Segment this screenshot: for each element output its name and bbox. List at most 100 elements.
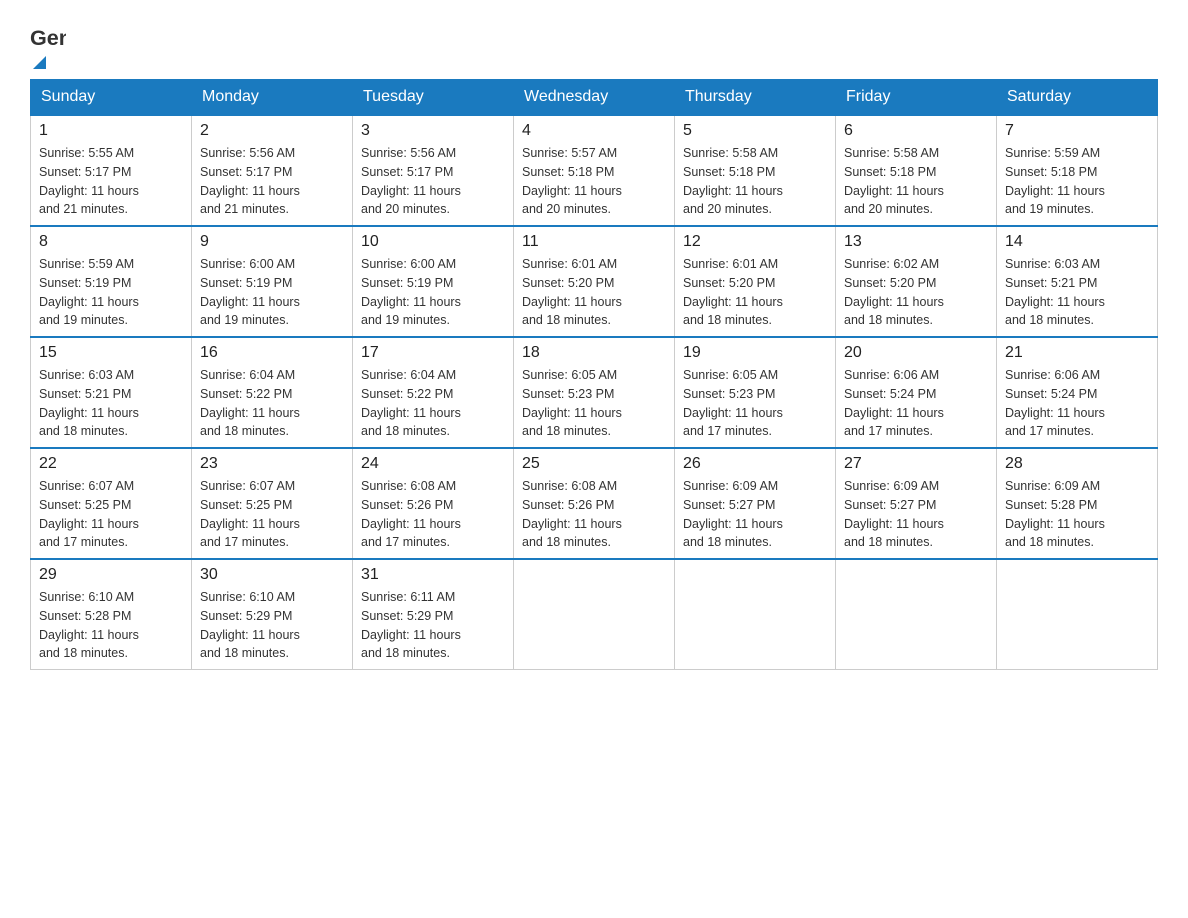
calendar-cell: 24 Sunrise: 6:08 AMSunset: 5:26 PMDaylig… bbox=[353, 448, 514, 559]
weekday-header-thursday: Thursday bbox=[675, 80, 836, 116]
calendar-cell: 21 Sunrise: 6:06 AMSunset: 5:24 PMDaylig… bbox=[997, 337, 1158, 448]
calendar-cell: 12 Sunrise: 6:01 AMSunset: 5:20 PMDaylig… bbox=[675, 226, 836, 337]
day-info: Sunrise: 6:08 AMSunset: 5:26 PMDaylight:… bbox=[361, 477, 505, 552]
day-number: 30 bbox=[200, 566, 344, 584]
day-info: Sunrise: 6:10 AMSunset: 5:29 PMDaylight:… bbox=[200, 588, 344, 663]
day-number: 17 bbox=[361, 344, 505, 362]
calendar-cell: 10 Sunrise: 6:00 AMSunset: 5:19 PMDaylig… bbox=[353, 226, 514, 337]
day-info: Sunrise: 6:04 AMSunset: 5:22 PMDaylight:… bbox=[361, 366, 505, 441]
day-number: 4 bbox=[522, 122, 666, 140]
day-info: Sunrise: 5:59 AMSunset: 5:19 PMDaylight:… bbox=[39, 255, 183, 330]
day-info: Sunrise: 6:05 AMSunset: 5:23 PMDaylight:… bbox=[683, 366, 827, 441]
calendar-cell bbox=[675, 559, 836, 670]
day-number: 31 bbox=[361, 566, 505, 584]
calendar-table: SundayMondayTuesdayWednesdayThursdayFrid… bbox=[30, 79, 1158, 670]
day-info: Sunrise: 6:00 AMSunset: 5:19 PMDaylight:… bbox=[361, 255, 505, 330]
day-info: Sunrise: 6:09 AMSunset: 5:27 PMDaylight:… bbox=[683, 477, 827, 552]
day-number: 25 bbox=[522, 455, 666, 473]
calendar-cell: 9 Sunrise: 6:00 AMSunset: 5:19 PMDayligh… bbox=[192, 226, 353, 337]
day-number: 12 bbox=[683, 233, 827, 251]
weekday-header-monday: Monday bbox=[192, 80, 353, 116]
day-number: 11 bbox=[522, 233, 666, 251]
day-number: 13 bbox=[844, 233, 988, 251]
svg-text:General: General bbox=[30, 25, 66, 50]
day-number: 15 bbox=[39, 344, 183, 362]
calendar-cell: 23 Sunrise: 6:07 AMSunset: 5:25 PMDaylig… bbox=[192, 448, 353, 559]
day-number: 24 bbox=[361, 455, 505, 473]
day-info: Sunrise: 6:01 AMSunset: 5:20 PMDaylight:… bbox=[683, 255, 827, 330]
calendar-cell: 4 Sunrise: 5:57 AMSunset: 5:18 PMDayligh… bbox=[514, 115, 675, 226]
calendar-week-5: 29 Sunrise: 6:10 AMSunset: 5:28 PMDaylig… bbox=[31, 559, 1158, 670]
calendar-week-3: 15 Sunrise: 6:03 AMSunset: 5:21 PMDaylig… bbox=[31, 337, 1158, 448]
day-info: Sunrise: 6:03 AMSunset: 5:21 PMDaylight:… bbox=[39, 366, 183, 441]
weekday-header-sunday: Sunday bbox=[31, 80, 192, 116]
calendar-cell: 13 Sunrise: 6:02 AMSunset: 5:20 PMDaylig… bbox=[836, 226, 997, 337]
day-number: 8 bbox=[39, 233, 183, 251]
calendar-cell: 3 Sunrise: 5:56 AMSunset: 5:17 PMDayligh… bbox=[353, 115, 514, 226]
day-info: Sunrise: 6:10 AMSunset: 5:28 PMDaylight:… bbox=[39, 588, 183, 663]
day-info: Sunrise: 6:09 AMSunset: 5:27 PMDaylight:… bbox=[844, 477, 988, 552]
calendar-cell: 27 Sunrise: 6:09 AMSunset: 5:27 PMDaylig… bbox=[836, 448, 997, 559]
day-info: Sunrise: 6:02 AMSunset: 5:20 PMDaylight:… bbox=[844, 255, 988, 330]
calendar-cell: 11 Sunrise: 6:01 AMSunset: 5:20 PMDaylig… bbox=[514, 226, 675, 337]
weekday-header-row: SundayMondayTuesdayWednesdayThursdayFrid… bbox=[31, 80, 1158, 116]
day-number: 20 bbox=[844, 344, 988, 362]
calendar-cell: 30 Sunrise: 6:10 AMSunset: 5:29 PMDaylig… bbox=[192, 559, 353, 670]
calendar-cell: 26 Sunrise: 6:09 AMSunset: 5:27 PMDaylig… bbox=[675, 448, 836, 559]
day-info: Sunrise: 6:03 AMSunset: 5:21 PMDaylight:… bbox=[1005, 255, 1149, 330]
calendar-cell bbox=[836, 559, 997, 670]
calendar-cell: 22 Sunrise: 6:07 AMSunset: 5:25 PMDaylig… bbox=[31, 448, 192, 559]
day-number: 18 bbox=[522, 344, 666, 362]
day-number: 7 bbox=[1005, 122, 1149, 140]
calendar-cell: 8 Sunrise: 5:59 AMSunset: 5:19 PMDayligh… bbox=[31, 226, 192, 337]
day-number: 1 bbox=[39, 122, 183, 140]
calendar-cell: 29 Sunrise: 6:10 AMSunset: 5:28 PMDaylig… bbox=[31, 559, 192, 670]
calendar-cell: 14 Sunrise: 6:03 AMSunset: 5:21 PMDaylig… bbox=[997, 226, 1158, 337]
logo: General bbox=[30, 20, 70, 69]
day-number: 16 bbox=[200, 344, 344, 362]
calendar-cell: 2 Sunrise: 5:56 AMSunset: 5:17 PMDayligh… bbox=[192, 115, 353, 226]
day-info: Sunrise: 6:11 AMSunset: 5:29 PMDaylight:… bbox=[361, 588, 505, 663]
calendar-cell: 15 Sunrise: 6:03 AMSunset: 5:21 PMDaylig… bbox=[31, 337, 192, 448]
day-number: 26 bbox=[683, 455, 827, 473]
calendar-cell bbox=[997, 559, 1158, 670]
calendar-cell: 18 Sunrise: 6:05 AMSunset: 5:23 PMDaylig… bbox=[514, 337, 675, 448]
day-info: Sunrise: 6:09 AMSunset: 5:28 PMDaylight:… bbox=[1005, 477, 1149, 552]
weekday-header-wednesday: Wednesday bbox=[514, 80, 675, 116]
calendar-cell: 5 Sunrise: 5:58 AMSunset: 5:18 PMDayligh… bbox=[675, 115, 836, 226]
page-header: General bbox=[30, 20, 1158, 69]
day-number: 28 bbox=[1005, 455, 1149, 473]
calendar-cell: 19 Sunrise: 6:05 AMSunset: 5:23 PMDaylig… bbox=[675, 337, 836, 448]
day-number: 23 bbox=[200, 455, 344, 473]
day-number: 29 bbox=[39, 566, 183, 584]
day-info: Sunrise: 6:07 AMSunset: 5:25 PMDaylight:… bbox=[200, 477, 344, 552]
day-info: Sunrise: 6:07 AMSunset: 5:25 PMDaylight:… bbox=[39, 477, 183, 552]
day-info: Sunrise: 6:04 AMSunset: 5:22 PMDaylight:… bbox=[200, 366, 344, 441]
day-number: 5 bbox=[683, 122, 827, 140]
logo-triangle bbox=[33, 56, 46, 69]
calendar-week-2: 8 Sunrise: 5:59 AMSunset: 5:19 PMDayligh… bbox=[31, 226, 1158, 337]
day-info: Sunrise: 6:06 AMSunset: 5:24 PMDaylight:… bbox=[1005, 366, 1149, 441]
day-info: Sunrise: 5:59 AMSunset: 5:18 PMDaylight:… bbox=[1005, 144, 1149, 219]
day-number: 21 bbox=[1005, 344, 1149, 362]
weekday-header-friday: Friday bbox=[836, 80, 997, 116]
day-info: Sunrise: 6:08 AMSunset: 5:26 PMDaylight:… bbox=[522, 477, 666, 552]
calendar-cell: 17 Sunrise: 6:04 AMSunset: 5:22 PMDaylig… bbox=[353, 337, 514, 448]
day-info: Sunrise: 5:57 AMSunset: 5:18 PMDaylight:… bbox=[522, 144, 666, 219]
day-number: 19 bbox=[683, 344, 827, 362]
calendar-cell: 28 Sunrise: 6:09 AMSunset: 5:28 PMDaylig… bbox=[997, 448, 1158, 559]
day-info: Sunrise: 5:58 AMSunset: 5:18 PMDaylight:… bbox=[683, 144, 827, 219]
calendar-week-4: 22 Sunrise: 6:07 AMSunset: 5:25 PMDaylig… bbox=[31, 448, 1158, 559]
day-info: Sunrise: 5:56 AMSunset: 5:17 PMDaylight:… bbox=[200, 144, 344, 219]
calendar-cell: 6 Sunrise: 5:58 AMSunset: 5:18 PMDayligh… bbox=[836, 115, 997, 226]
day-info: Sunrise: 6:01 AMSunset: 5:20 PMDaylight:… bbox=[522, 255, 666, 330]
calendar-cell: 1 Sunrise: 5:55 AMSunset: 5:17 PMDayligh… bbox=[31, 115, 192, 226]
day-number: 14 bbox=[1005, 233, 1149, 251]
calendar-cell: 16 Sunrise: 6:04 AMSunset: 5:22 PMDaylig… bbox=[192, 337, 353, 448]
weekday-header-saturday: Saturday bbox=[997, 80, 1158, 116]
weekday-header-tuesday: Tuesday bbox=[353, 80, 514, 116]
logo-icon: General bbox=[30, 20, 66, 56]
calendar-cell: 7 Sunrise: 5:59 AMSunset: 5:18 PMDayligh… bbox=[997, 115, 1158, 226]
day-number: 10 bbox=[361, 233, 505, 251]
day-number: 9 bbox=[200, 233, 344, 251]
